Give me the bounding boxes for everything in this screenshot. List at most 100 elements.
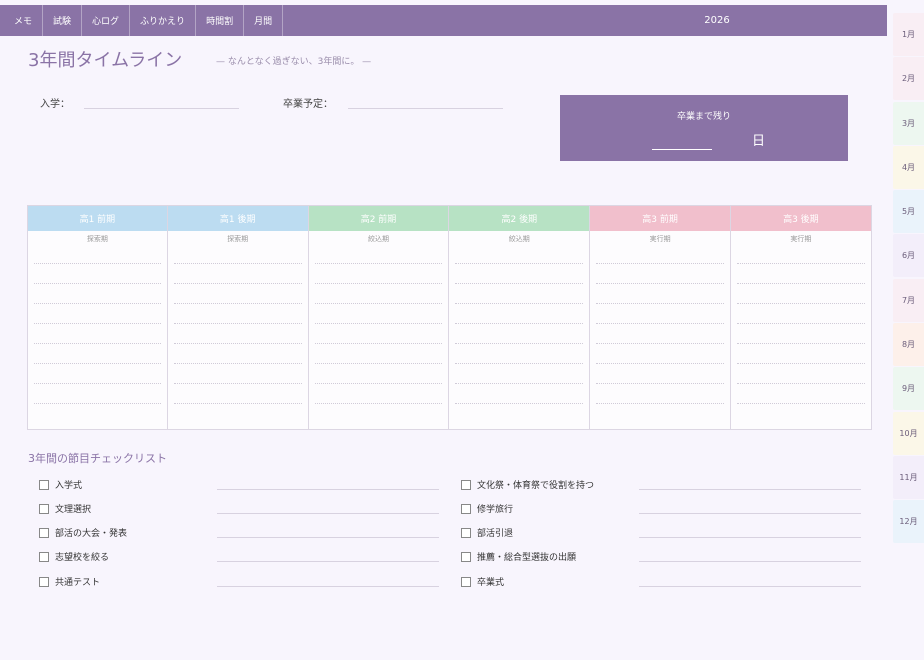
checklist-item[interactable]: 卒業式 [461, 575, 504, 588]
timeline-notes-area[interactable] [455, 244, 584, 404]
month-tab-3[interactable]: 3月 [893, 101, 924, 145]
checklist-item[interactable]: 文理選択 [39, 502, 91, 515]
timeline-note-line [455, 324, 584, 344]
checkbox[interactable] [461, 479, 471, 490]
month-tab-10[interactable]: 10月 [893, 411, 924, 455]
checkbox[interactable] [39, 551, 49, 562]
timeline-note-line [173, 364, 302, 384]
checkbox[interactable] [39, 576, 49, 587]
timeline-column: 高3 後期 実行期 [730, 205, 872, 430]
checklist-item-label: 入学式 [55, 481, 83, 491]
checklist-item[interactable]: 志望校を絞る [39, 550, 109, 563]
timeline-notes-area[interactable] [173, 244, 302, 404]
checkbox[interactable] [39, 503, 49, 514]
timeline-column: 高2 前期絞込期 [308, 205, 450, 430]
timeline-notes-area[interactable] [736, 244, 865, 404]
checklist-item[interactable]: 部活引退 [461, 526, 513, 539]
graduation-field[interactable] [348, 108, 503, 109]
graduation-label: 卒業予定： [283, 99, 333, 110]
checklist-date-field[interactable] [217, 489, 439, 490]
month-tab-5[interactable]: 5月 [893, 190, 924, 234]
checklist-item[interactable]: 入学式 [39, 478, 82, 491]
month-tab-7[interactable]: 7月 [893, 278, 924, 322]
timeline-note-line [173, 324, 302, 344]
page-subtitle: — なんとなく過ぎない、3年間に。 — [216, 57, 372, 67]
timeline-note-line [314, 284, 443, 304]
timeline-notes-area[interactable] [34, 244, 161, 404]
month-tab-9[interactable]: 9月 [893, 367, 924, 411]
month-tab-11[interactable]: 11月 [893, 455, 924, 499]
timeline-note-line [455, 244, 584, 264]
timeline-note-line [455, 344, 584, 364]
timeline-notes-area[interactable] [314, 244, 443, 404]
timeline-note-line [34, 244, 161, 264]
month-tab-1[interactable]: 1月 [893, 13, 924, 56]
timeline-note-line [596, 324, 724, 344]
timeline-term-header: 高3 後期 [730, 206, 871, 231]
timeline-phase-label: 探索期 [227, 235, 249, 243]
checkbox[interactable] [461, 503, 471, 514]
nav-item-exam[interactable]: 試験 [43, 5, 83, 36]
admission-field[interactable] [84, 108, 239, 109]
nav-item-timetable[interactable]: 時間割 [196, 5, 245, 36]
checklist-item-label: 共通テスト [55, 578, 101, 588]
checklist-item[interactable]: 文化祭・体育祭で役割を持つ [461, 478, 594, 491]
checkbox[interactable] [39, 527, 49, 538]
checkbox[interactable] [461, 576, 471, 587]
timeline-note-line [173, 244, 302, 264]
timeline-note-line [596, 304, 724, 324]
checklist-item[interactable]: 部活の大会・発表 [39, 526, 127, 539]
timeline-note-line [314, 244, 443, 264]
page-title: 3年間タイムライン [28, 50, 183, 71]
checklist-item[interactable]: 共通テスト [39, 575, 100, 588]
timeline-note-line [314, 364, 443, 384]
timeline-notes-area[interactable] [596, 244, 724, 404]
timeline-note-line [173, 284, 302, 304]
timeline-note-line [455, 284, 584, 304]
timeline-column: 高3 前期 実行期 [590, 205, 731, 430]
timeline-note-line [173, 304, 302, 324]
checkbox[interactable] [39, 479, 49, 490]
timeline-note-line [314, 344, 443, 364]
checkbox[interactable] [461, 551, 471, 562]
checklist-date-field[interactable] [639, 537, 861, 538]
timeline-note-line [455, 264, 584, 284]
timeline-term-header: 高1 前期 [28, 206, 167, 231]
nav-item-mind-log[interactable]: 心ログ [82, 5, 131, 36]
countdown-days-field[interactable] [652, 149, 712, 150]
checklist-item-label: 部活の大会・発表 [55, 529, 128, 539]
checklist-date-field[interactable] [639, 513, 861, 514]
nav-item-reflection[interactable]: ふりかえり [130, 5, 197, 36]
countdown-box: 卒業まで残り 日 [560, 95, 848, 161]
timeline-column: 高1 前期 探索期 [27, 205, 168, 430]
timeline-note-line [596, 264, 724, 284]
timeline-note-line [455, 364, 584, 384]
checklist-date-field[interactable] [217, 537, 439, 538]
checklist-date-field[interactable] [217, 586, 439, 587]
month-tab-8[interactable]: 8月 [893, 323, 924, 367]
timeline-note-line [314, 384, 443, 404]
nav-item-monthly[interactable]: 月間 [244, 5, 284, 36]
month-tab-2[interactable]: 2月 [893, 57, 924, 101]
checklist-date-field[interactable] [639, 586, 861, 587]
checklist-date-field[interactable] [217, 513, 439, 514]
nav-item-memo[interactable]: メモ [0, 5, 44, 36]
timeline-note-line [736, 384, 865, 404]
checklist-item[interactable]: 推薦・総合型選抜の出願 [461, 550, 576, 563]
timeline-phase-label: 絞込期 [367, 235, 389, 243]
checklist-date-field[interactable] [639, 489, 861, 490]
countdown-label: 卒業まで残り [676, 112, 731, 122]
checklist-item[interactable]: 修学旅行 [461, 502, 513, 515]
timeline-note-line [736, 264, 865, 284]
month-tab-12[interactable]: 12月 [893, 500, 924, 544]
timeline-note-line [34, 364, 161, 384]
timeline-note-line [455, 384, 584, 404]
checklist-date-field[interactable] [217, 561, 439, 562]
checklist-date-field[interactable] [639, 561, 861, 562]
checklist-item-label: 文理選択 [55, 505, 92, 515]
month-tab-4[interactable]: 4月 [893, 145, 924, 189]
month-tab-6[interactable]: 6月 [893, 234, 924, 278]
timeline-term-header: 高2 前期 [308, 206, 449, 231]
checkbox[interactable] [461, 527, 471, 538]
timeline-column: 高1 後期 探索期 [167, 205, 309, 430]
